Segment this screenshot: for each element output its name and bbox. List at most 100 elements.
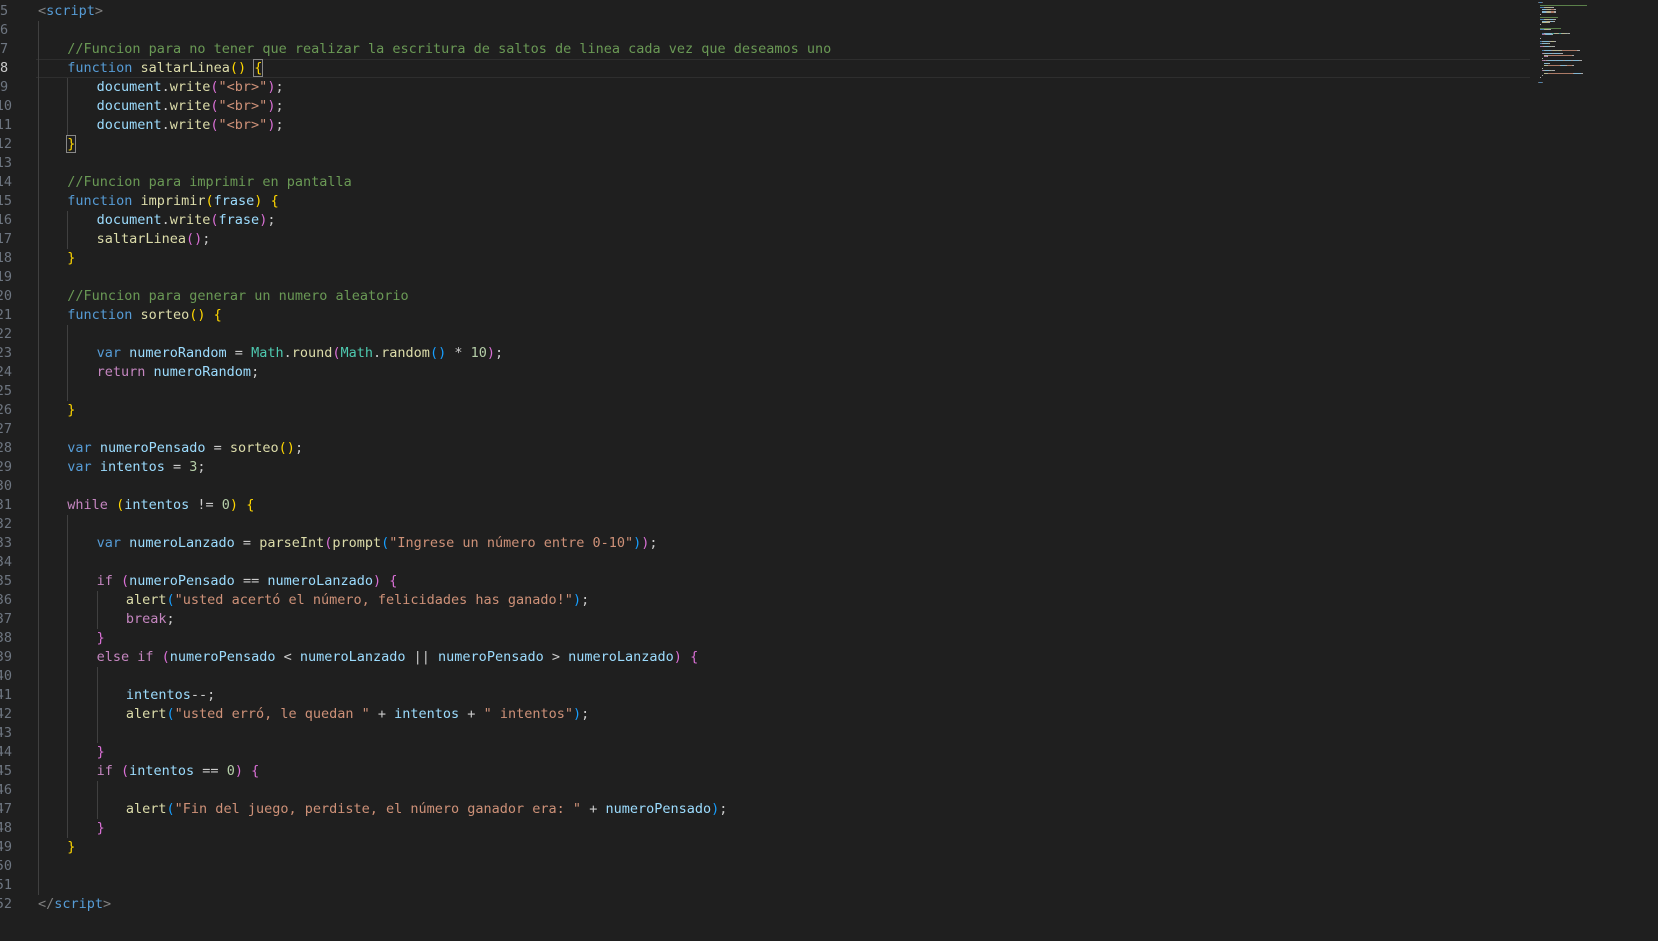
code-line[interactable]: 17 saltarLinea(); bbox=[0, 230, 1530, 249]
indent-guide bbox=[38, 230, 39, 249]
code-token: "usted erró, le quedan " bbox=[174, 706, 370, 722]
line-number: 30 bbox=[0, 478, 12, 494]
code-line[interactable]: 37 break; bbox=[0, 610, 1530, 629]
code-line[interactable]: 28 var numeroPensado = sorteo(); bbox=[0, 439, 1530, 458]
code-token: = bbox=[226, 345, 252, 361]
indent-guide bbox=[38, 382, 39, 401]
code-line[interactable]: 10 document.write("<br>"); bbox=[0, 97, 1530, 116]
code-line[interactable]: 12} bbox=[0, 135, 1530, 154]
code-token: numeroLanzado bbox=[299, 649, 406, 665]
code-token: if bbox=[137, 649, 154, 665]
minimap[interactable] bbox=[1538, 2, 1648, 92]
code-line[interactable]: 22 bbox=[0, 325, 1530, 344]
line-content: //Funcion para no tener que realizar la … bbox=[67, 40, 831, 59]
code-line[interactable]: 41 intentos--; bbox=[0, 686, 1530, 705]
indent-guide bbox=[96, 610, 98, 629]
code-token: numeroLanzado bbox=[568, 649, 674, 665]
code-line[interactable]: 49} bbox=[0, 838, 1530, 857]
code-line[interactable]: 18} bbox=[0, 249, 1530, 268]
code-line[interactable]: 25 bbox=[0, 382, 1530, 401]
indent-guide bbox=[96, 591, 98, 610]
code-line[interactable]: 31 while (intentos != 0) { bbox=[0, 496, 1530, 515]
code-token: = bbox=[205, 440, 230, 456]
code-token: ( bbox=[116, 497, 125, 513]
code-line[interactable]: 19 bbox=[0, 268, 1530, 287]
code-line[interactable]: 5 <script> bbox=[0, 2, 1530, 21]
code-line[interactable]: 50 bbox=[0, 857, 1530, 876]
code-line[interactable]: 40 bbox=[0, 667, 1530, 686]
code-area[interactable]: 5 <script> 6 7//Funcion para no tener que r… bbox=[0, 2, 1530, 914]
code-line[interactable]: 15 function imprimir(frase) { bbox=[0, 192, 1530, 211]
code-line[interactable]: 52 </script> bbox=[0, 895, 1530, 914]
indent-guide bbox=[38, 192, 39, 211]
code-token: ; bbox=[275, 117, 284, 133]
code-token: if bbox=[96, 573, 113, 589]
code-line[interactable]: 44} bbox=[0, 743, 1530, 762]
code-token: { bbox=[213, 307, 222, 323]
code-line[interactable]: 26} bbox=[0, 401, 1530, 420]
line-number: 5 bbox=[0, 3, 9, 19]
code-line[interactable]: 47 alert("Fin del juego, perdiste, el núm… bbox=[0, 800, 1530, 819]
indent-guide bbox=[38, 762, 39, 781]
minimap-segment bbox=[1554, 12, 1556, 14]
code-token: } bbox=[67, 250, 76, 266]
code-token: random bbox=[381, 345, 430, 361]
code-editor[interactable]: 5 <script> 6 7//Funcion para no tener que r… bbox=[0, 0, 1658, 941]
code-line[interactable]: 36 alert("usted acertó el número, felicid… bbox=[0, 591, 1530, 610]
code-token: numeroRandom bbox=[129, 345, 227, 361]
line-number: 50 bbox=[0, 858, 12, 874]
code-line[interactable]: 6 bbox=[0, 21, 1530, 40]
code-token: ( bbox=[121, 763, 130, 779]
code-line[interactable]: 43 bbox=[0, 724, 1530, 743]
code-line[interactable]: 24 return numeroRandom; bbox=[0, 363, 1530, 382]
code-line[interactable]: 42 alert("usted erró, le quedan " + inten… bbox=[0, 705, 1530, 724]
code-line[interactable]: 48} bbox=[0, 819, 1530, 838]
indent-guide bbox=[67, 382, 69, 401]
code-line[interactable]: 29 var intentos = 3; bbox=[0, 458, 1530, 477]
code-token: intentos bbox=[394, 706, 460, 722]
code-token: ( bbox=[205, 193, 214, 209]
minimap-segment bbox=[1540, 76, 1541, 78]
code-line[interactable]: 51 bbox=[0, 876, 1530, 895]
code-token: var bbox=[67, 459, 92, 475]
code-line[interactable]: 35 if (numeroPensado == numeroLanzado) { bbox=[0, 572, 1530, 591]
code-line[interactable]: 23var numeroRandom = Math.round(Math.ran… bbox=[0, 344, 1530, 363]
code-line[interactable]: 14 //Funcion para imprimir en pantalla bbox=[0, 173, 1530, 192]
code-line[interactable]: 38} bbox=[0, 629, 1530, 648]
code-token: ) bbox=[373, 573, 382, 589]
code-line[interactable]: 8 function saltarLinea() { bbox=[0, 59, 1530, 78]
code-token: ; bbox=[719, 801, 728, 817]
code-token: ) bbox=[572, 592, 582, 608]
code-token: "<br>" bbox=[218, 117, 268, 133]
indent-guide bbox=[38, 838, 39, 857]
code-line[interactable]: 33 var numeroLanzado = parseInt(prompt("I… bbox=[0, 534, 1530, 553]
code-line[interactable]: 27 bbox=[0, 420, 1530, 439]
code-token: 10 bbox=[470, 345, 487, 361]
code-token: --; bbox=[190, 687, 216, 703]
code-line[interactable]: 20 //Funcion para generar un numero aleat… bbox=[0, 287, 1530, 306]
code-line[interactable]: 16 document.write(frase); bbox=[0, 211, 1530, 230]
code-token: } bbox=[96, 744, 105, 760]
code-line[interactable]: 39else if (numeroPensado < numeroLanzado… bbox=[0, 648, 1530, 667]
code-line[interactable]: 30 bbox=[0, 477, 1530, 496]
line-content: intentos--; bbox=[126, 686, 215, 705]
line-number: 21 bbox=[0, 307, 12, 323]
code-line[interactable]: 45 if (intentos == 0) { bbox=[0, 762, 1530, 781]
code-line[interactable]: 11 document.write("<br>"); bbox=[0, 116, 1530, 135]
line-content: alert("usted acertó el número, felicidad… bbox=[126, 591, 589, 610]
indent-guide bbox=[38, 116, 39, 135]
indent-guide bbox=[38, 458, 39, 477]
code-token: intentos bbox=[124, 497, 190, 513]
code-line[interactable]: 21 function sorteo() { bbox=[0, 306, 1530, 325]
code-line[interactable]: 34 bbox=[0, 553, 1530, 572]
indent-guide bbox=[38, 439, 39, 458]
code-token: script bbox=[46, 3, 95, 19]
line-number: 22 bbox=[0, 326, 12, 342]
code-line[interactable]: 13 bbox=[0, 154, 1530, 173]
code-line[interactable]: 9 document.write("<br>"); bbox=[0, 78, 1530, 97]
code-token: + bbox=[459, 706, 484, 722]
code-token: . bbox=[161, 212, 170, 228]
code-line[interactable]: 7 //Funcion para no tener que realizar la… bbox=[0, 40, 1530, 59]
code-line[interactable]: 32 bbox=[0, 515, 1530, 534]
code-line[interactable]: 46 bbox=[0, 781, 1530, 800]
